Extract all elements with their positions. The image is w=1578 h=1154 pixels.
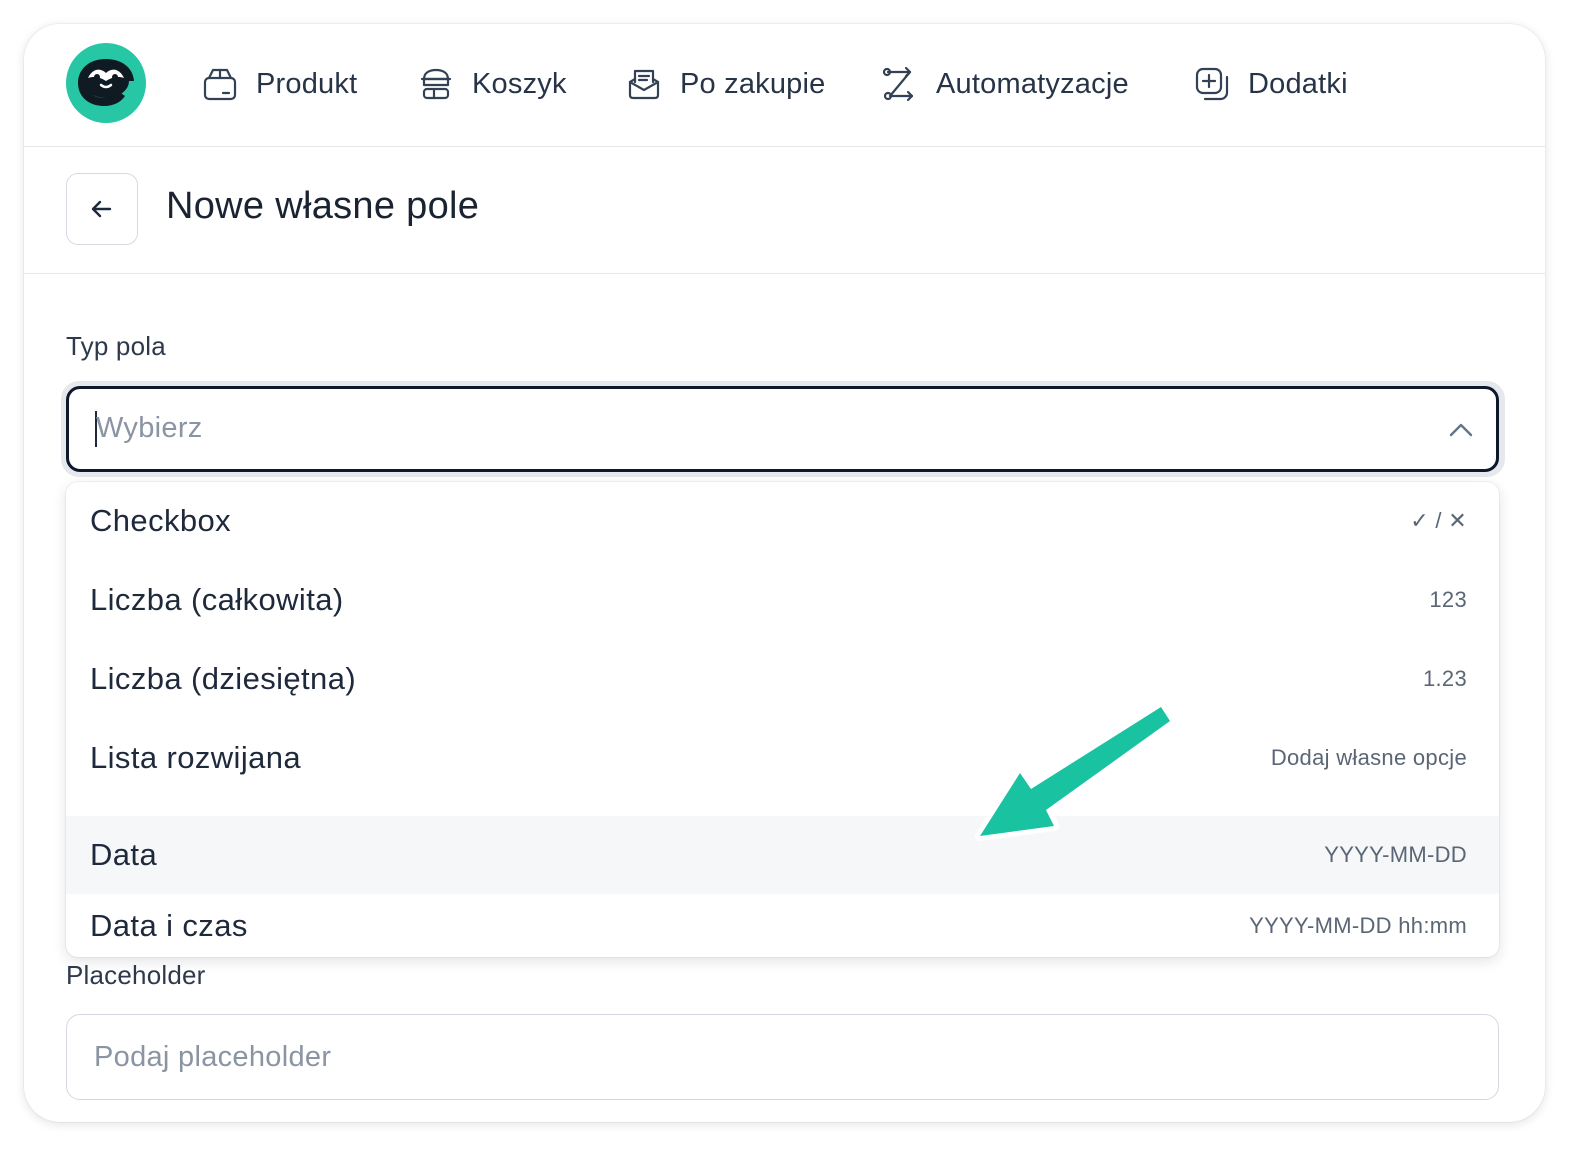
placeholder-field-label: Placeholder	[66, 960, 206, 990]
route-icon	[880, 64, 920, 104]
arrow-left-icon	[91, 200, 112, 218]
nav-label: Produkt	[256, 67, 358, 100]
option-liczba-dziesietna[interactable]: Liczba (dziesiętna) 1.23	[66, 640, 1499, 718]
option-data[interactable]: Data YYYY-MM-DD	[66, 816, 1499, 894]
nav-label: Koszyk	[472, 67, 567, 100]
option-hint: YYYY-MM-DD	[1324, 842, 1467, 867]
option-label: Liczba (dziesiętna)	[90, 661, 357, 696]
option-lista-rozwijana[interactable]: Lista rozwijana Dodaj własne opcje	[66, 719, 1499, 797]
nav-item-automatyzacje[interactable]: Automatyzacje	[880, 62, 1129, 106]
option-checkbox[interactable]: Checkbox ✓ / ✕	[66, 482, 1499, 560]
field-type-label: Typ pola	[66, 331, 166, 361]
option-hint: Dodaj własne opcje	[1270, 745, 1467, 770]
option-label: Liczba (całkowita)	[90, 582, 344, 617]
nav-label: Dodatki	[1248, 67, 1348, 100]
option-label: Data i czas	[90, 908, 248, 943]
brand-logo-icon[interactable]	[66, 43, 146, 123]
option-hint: YYYY-MM-DD hh:mm	[1249, 913, 1467, 938]
chevron-up-icon[interactable]	[1446, 415, 1476, 445]
option-hint: ✓ / ✕	[1410, 508, 1467, 533]
select-placeholder: Wybierz	[96, 412, 203, 444]
option-label: Lista rozwijana	[90, 740, 302, 775]
box-icon	[200, 64, 240, 104]
nav-item-po-zakupie[interactable]: Po zakupie	[624, 62, 826, 106]
option-label: Checkbox	[90, 503, 232, 538]
add-copy-icon	[1192, 64, 1232, 104]
option-data-i-czas[interactable]: Data i czas YYYY-MM-DD hh:mm	[66, 895, 1499, 957]
page-header: Nowe własne pole	[24, 147, 1545, 274]
nav-label: Po zakupie	[680, 67, 826, 100]
top-nav: Produkt Koszyk Po zakupie Automatyzacje …	[24, 24, 1545, 147]
placeholder-input[interactable]	[66, 1014, 1499, 1100]
nav-item-produkt[interactable]: Produkt	[200, 62, 357, 106]
app-card: Produkt Koszyk Po zakupie Automatyzacje …	[24, 24, 1545, 1122]
option-hint: 1.23	[1422, 666, 1467, 691]
page-title: Nowe własne pole	[166, 185, 480, 227]
option-hint: 123	[1429, 587, 1467, 612]
nav-item-koszyk[interactable]: Koszyk	[416, 62, 567, 106]
cart-stack-icon	[416, 64, 456, 104]
back-button[interactable]	[66, 173, 138, 245]
mail-inbox-icon	[624, 64, 664, 104]
field-type-dropdown: Checkbox ✓ / ✕ Liczba (całkowita) 123 Li…	[66, 482, 1499, 957]
option-label: Data	[90, 837, 158, 872]
nav-item-dodatki[interactable]: Dodatki	[1192, 62, 1348, 106]
option-liczba-calkowita[interactable]: Liczba (całkowita) 123	[66, 561, 1499, 639]
nav-label: Automatyzacje	[936, 67, 1129, 100]
field-type-select[interactable]: Wybierz	[66, 386, 1499, 472]
